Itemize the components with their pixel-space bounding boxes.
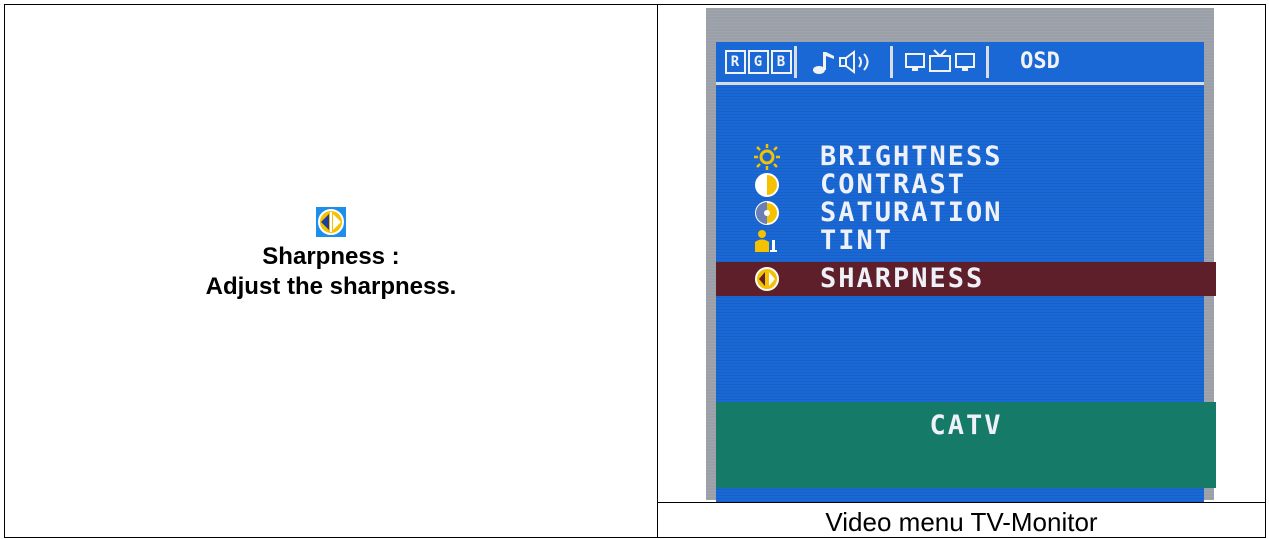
tab-underline (716, 82, 1204, 85)
menu-item-tint[interactable]: TINT (716, 224, 1204, 258)
osd-tab[interactable]: OSD (992, 46, 1088, 78)
caption-divider (658, 502, 1265, 503)
osd-tab-bar: RGB OSD (716, 42, 1204, 85)
rgb-letter-r: R (724, 50, 746, 74)
audio-tab[interactable] (800, 46, 893, 78)
source-label: CATV (929, 410, 1003, 441)
sun-icon (754, 144, 780, 170)
sharpness-icon (755, 267, 779, 291)
description-body: Adjust the sharpness. (205, 273, 457, 300)
document-table: Sharpness : Adjust the sharpness. RGB OS… (4, 4, 1266, 538)
half-circle-icon (755, 173, 779, 197)
description-cell: Sharpness : Adjust the sharpness. (5, 5, 658, 537)
sharpness-icon (316, 207, 346, 237)
monitor-tv-icon (905, 49, 975, 72)
image-cell: RGB OSD BRIGHTNESS CONTRAST SATURATION T… (658, 5, 1265, 537)
image-caption: Video menu TV-Monitor (825, 507, 1098, 537)
description-title: Sharpness : (262, 243, 400, 270)
osd-footer: CATV (716, 402, 1216, 488)
saturation-icon (755, 201, 779, 225)
person-tint-icon (755, 230, 777, 252)
rgb-tab[interactable]: RGB (722, 46, 797, 78)
menu-item-label: SHARPNESS (820, 263, 985, 294)
rgb-letter-b: B (770, 50, 792, 74)
osd-photo: RGB OSD BRIGHTNESS CONTRAST SATURATION T… (706, 8, 1216, 502)
description-block: Sharpness : Adjust the sharpness. (5, 207, 657, 302)
menu-item-label: TINT (820, 225, 894, 256)
music-speaker-icon (813, 50, 869, 74)
menu-item-sharpness[interactable]: SHARPNESS (716, 262, 1216, 296)
rgb-letter-g: G (747, 50, 769, 74)
osd-menu: RGB OSD BRIGHTNESS CONTRAST SATURATION T… (716, 42, 1216, 502)
video-tab[interactable] (896, 46, 989, 78)
